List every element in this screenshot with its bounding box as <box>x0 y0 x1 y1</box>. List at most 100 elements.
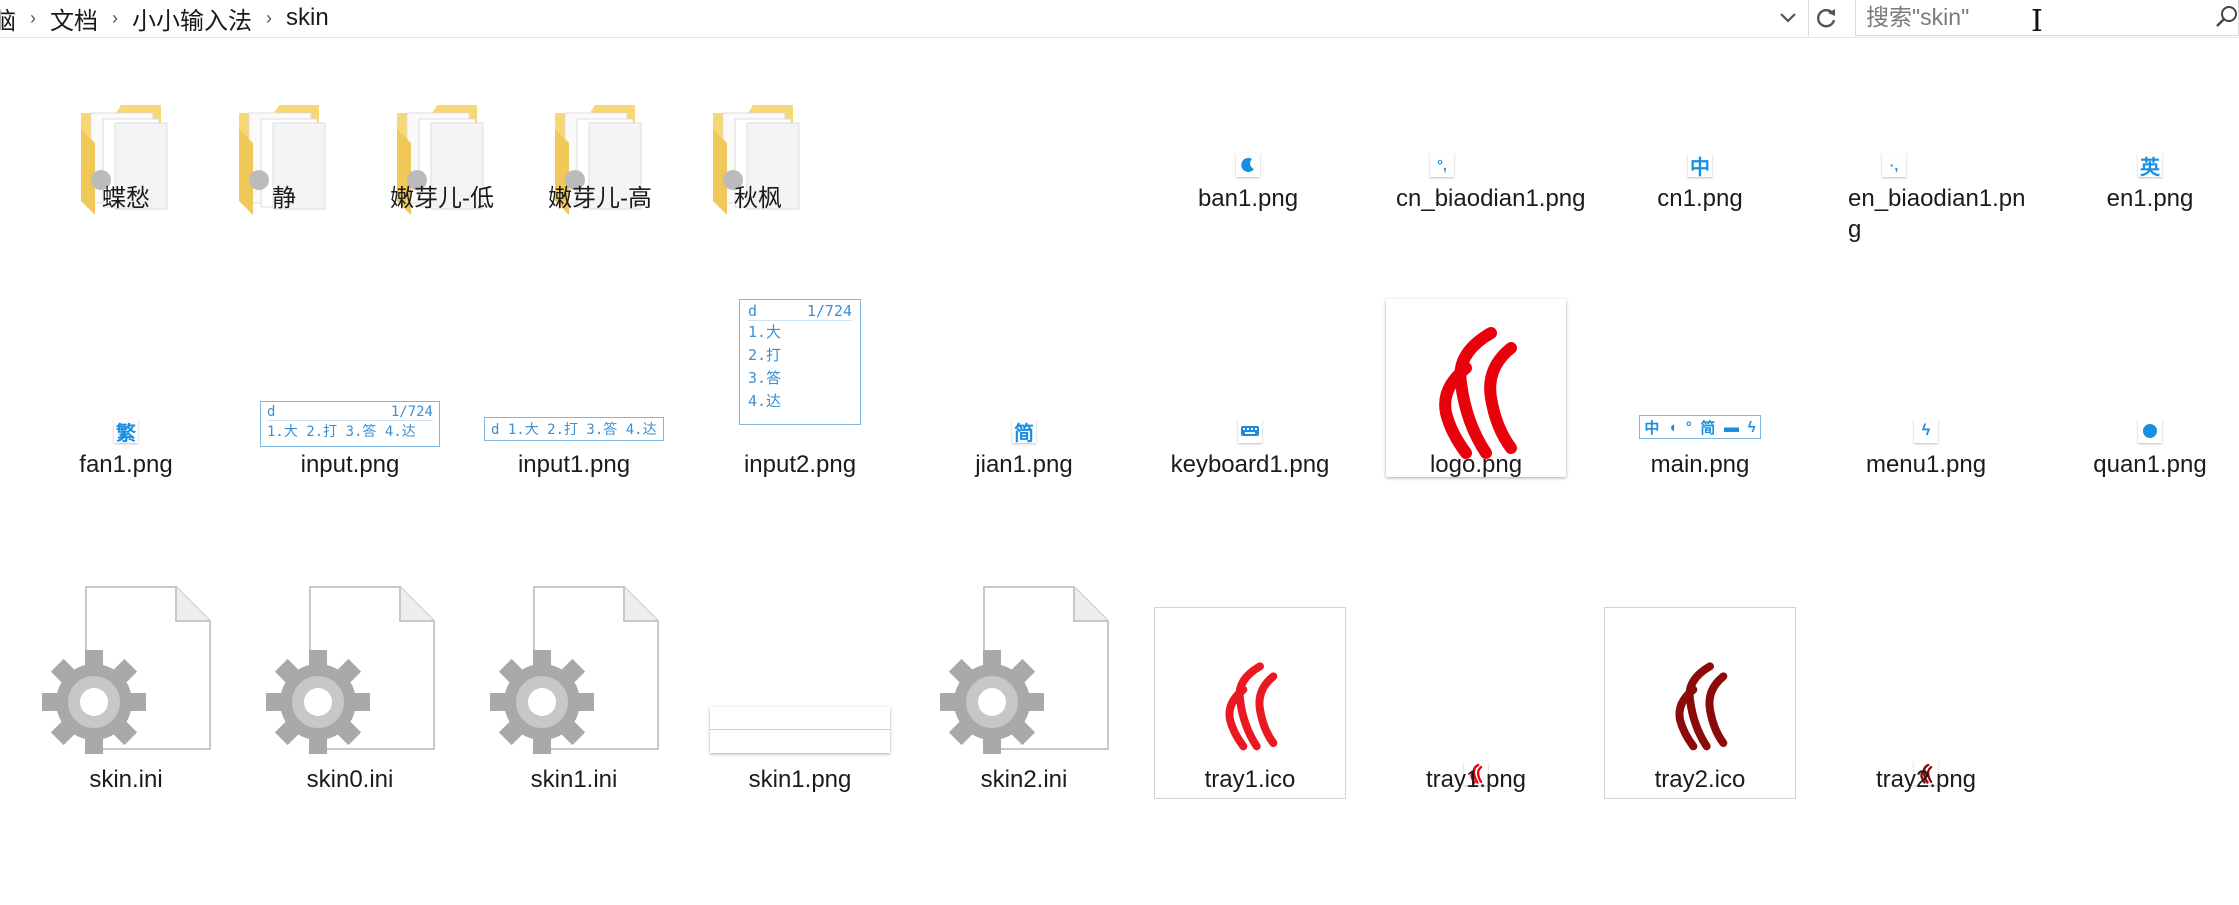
chevron-right-icon[interactable]: › <box>258 8 280 29</box>
settings-file-icon <box>240 577 460 757</box>
skin-bar-thumbnail <box>710 707 890 753</box>
thumb-code: d <box>748 302 758 320</box>
file-item[interactable]: 英 en1.png <box>2040 37 2239 297</box>
simplified-chinese-icon: 简 <box>1012 419 1036 445</box>
search-input[interactable] <box>1866 3 2166 31</box>
file-name: fan1.png <box>79 451 173 478</box>
cn-punctuation-icon: °, <box>1430 153 1454 177</box>
file-item[interactable]: 中 cn1.png <box>1590 37 1810 297</box>
file-item[interactable]: quan1.png <box>2040 299 2239 559</box>
file-grid: 蝶愁 静 嫩芽儿-低 嫩芽儿-高 秋枫 ban1.png °, cn_biaod… <box>0 37 2239 905</box>
file-name: skin1.png <box>748 766 852 793</box>
gear-icon <box>266 650 370 754</box>
file-item[interactable]: tray1.ico <box>1140 577 1360 837</box>
chevron-down-icon <box>1780 13 1796 23</box>
file-name: tray1.png <box>1425 766 1527 793</box>
file-name: input.png <box>300 451 400 478</box>
thumb-candidate: 4.达 <box>748 392 782 410</box>
file-name: 秋枫 <box>734 185 782 212</box>
breadcrumb: 脑 › 文档 › 小小输入法 › skin <box>0 0 335 36</box>
file-name: tray2.ico <box>1654 766 1746 793</box>
file-name: cn_biaodian1.png <box>1396 185 1586 212</box>
file-item[interactable]: skin0.ini <box>240 577 460 837</box>
thumb-count: 1/724 <box>390 404 433 420</box>
file-item[interactable]: skin1.ini <box>464 577 684 837</box>
file-item[interactable]: skin.ini <box>16 577 236 837</box>
file-name: quan1.png <box>2093 451 2207 478</box>
thumb-candidates: 1.大 2.打 3.答 4.达 <box>507 422 657 438</box>
breadcrumb-item-skin[interactable]: skin <box>280 4 335 32</box>
file-item[interactable]: logo.png <box>1366 299 1586 559</box>
vertical-input-thumbnail: d 1/724 1.大 2.打 3.答 4.达 <box>739 299 861 425</box>
file-name: main.png <box>1650 451 1750 478</box>
english-mode-icon: 英 <box>2138 153 2162 179</box>
file-name: input1.png <box>517 451 631 478</box>
file-name: input2.png <box>743 451 857 478</box>
thumb-candidate: 1.大 <box>748 323 782 341</box>
file-name: menu1.png <box>1865 451 1987 478</box>
file-item[interactable]: ban1.png <box>1138 37 1358 297</box>
file-name: skin.ini <box>89 766 163 793</box>
refresh-icon <box>1817 9 1836 28</box>
file-name: skin0.ini <box>306 766 394 793</box>
settings-file-icon <box>914 577 1134 757</box>
keyboard-icon: ▬ <box>1724 418 1740 436</box>
thumb-mode-glyph: 中 <box>1644 419 1660 437</box>
file-name: logo.png <box>1429 451 1523 478</box>
file-item[interactable]: 中 ◖ ° 简 ▬ ϟ main.png <box>1590 299 1810 559</box>
file-item[interactable]: ·, en_biaodian1.png <box>1816 37 2036 297</box>
file-item[interactable]: keyboard1.png <box>1140 299 1360 559</box>
breadcrumb-item-documents[interactable]: 文档 <box>44 1 104 36</box>
lightning-icon: ϟ <box>1914 419 1938 443</box>
file-item[interactable]: d 1.大 2.打 3.答 4.达 input1.png <box>464 299 684 559</box>
keyboard-icon <box>1238 419 1262 443</box>
file-name: jian1.png <box>975 451 1073 478</box>
address-bar: 脑 › 文档 › 小小输入法 › skin I <box>0 0 2239 39</box>
breadcrumb-item-xiaoxiao[interactable]: 小小输入法 <box>126 1 258 36</box>
full-width-dot-icon <box>2138 419 2162 443</box>
file-item[interactable]: tray2.ico <box>1590 577 1810 837</box>
file-item[interactable]: skin1.png <box>690 577 910 837</box>
file-item[interactable]: d 1/724 1.大 2.打 3.答 4.达 input2.png <box>690 299 910 559</box>
moon-icon: ◖ <box>1668 418 1678 436</box>
chinese-mode-icon: 中 <box>1688 153 1712 179</box>
file-name: en_biaodian1.png <box>1848 185 2026 243</box>
file-item[interactable]: tray1.png <box>1366 577 1586 837</box>
thumb-candidate: 2.打 <box>748 346 782 364</box>
chevron-right-icon[interactable]: › <box>104 8 126 29</box>
thumb-candidates: 1.大 2.打 3.答 4.达 <box>267 420 433 441</box>
history-dropdown-button[interactable] <box>1770 0 1805 36</box>
text-cursor-icon: I <box>2031 4 2043 39</box>
file-item[interactable]: d 1/724 1.大 2.打 3.答 4.达 input.png <box>240 299 460 559</box>
traditional-chinese-icon: 繁 <box>114 419 138 445</box>
file-name: skin1.ini <box>530 766 618 793</box>
file-name: keyboard1.png <box>1170 451 1330 478</box>
file-item[interactable]: ϟ menu1.png <box>1816 299 2036 559</box>
thumb-count: 1/724 <box>806 302 852 320</box>
file-name: cn1.png <box>1657 185 1743 212</box>
thumb-code: d <box>267 404 276 420</box>
file-item[interactable]: 繁 fan1.png <box>16 299 236 559</box>
lightning-icon: ϟ <box>1747 418 1756 436</box>
file-item[interactable]: tray2.png <box>1816 577 2036 837</box>
file-item[interactable]: 秋枫 <box>648 37 868 297</box>
file-item[interactable]: °, cn_biaodian1.png <box>1364 37 1586 297</box>
file-name: tray2.png <box>1875 766 1977 793</box>
settings-file-icon <box>464 577 684 757</box>
file-item[interactable]: 简 jian1.png <box>914 299 1134 559</box>
gear-icon <box>42 650 146 754</box>
thumb-jian-glyph: 简 <box>1700 419 1716 437</box>
search-icon[interactable] <box>2216 4 2238 30</box>
thumb-candidate: 3.答 <box>748 369 782 387</box>
half-width-moon-icon <box>1236 153 1260 177</box>
gear-icon <box>490 650 594 754</box>
input-bar-thumbnail: d 1/724 1.大 2.打 3.答 4.达 <box>260 401 440 447</box>
input-bar-thumbnail: d 1.大 2.打 3.答 4.达 <box>484 417 664 441</box>
breadcrumb-item-computer[interactable]: 脑 <box>0 1 22 36</box>
refresh-button[interactable] <box>1808 0 1843 36</box>
file-name: ban1.png <box>1197 185 1299 212</box>
chevron-right-icon[interactable]: › <box>22 8 44 29</box>
search-box[interactable]: I <box>1855 0 2239 39</box>
file-item[interactable]: skin2.ini <box>914 577 1134 837</box>
punctuation-icon: ° <box>1685 418 1692 436</box>
